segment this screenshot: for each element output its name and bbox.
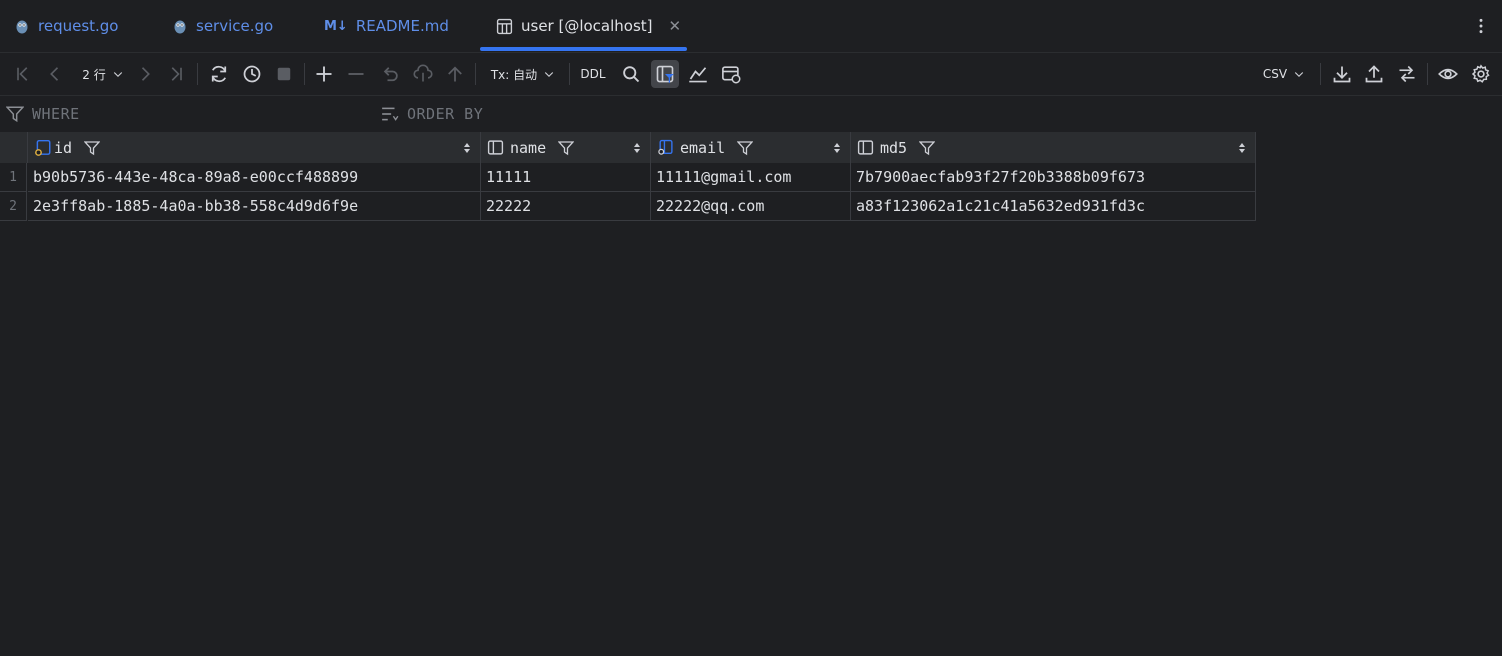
where-filter-field[interactable]: WHERE [6,96,376,132]
sort-arrows-icon[interactable] [632,140,642,156]
transaction-mode-label: Tx: 自动 [490,67,538,82]
tab-label: request.go [38,17,119,35]
cell-email[interactable]: 11111@gmail.com [651,163,851,192]
sort-arrows-icon[interactable] [462,140,472,156]
history-clock-icon[interactable] [240,53,264,95]
cell-id[interactable]: 2e3ff8ab-1885-4a0a-bb38-558c4d9d6f9e [28,192,481,221]
column-icon [487,139,504,156]
row-number: 2 [0,192,27,221]
go-gopher-icon [14,17,30,35]
view-settings-icon[interactable] [719,53,743,95]
tab-request-go[interactable]: request.go [14,0,119,52]
sort-lines-icon [381,105,399,123]
tab-label: README.md [355,17,449,35]
column-name: id [54,138,73,157]
column-header-id[interactable]: id [28,132,481,163]
filter-icon [6,105,24,123]
tab-service-go[interactable]: service.go [172,0,273,52]
column-header-md5[interactable]: md5 [851,132,1256,163]
where-placeholder: WHERE [32,105,80,123]
tab-user-localhost[interactable]: user [@localhost] ✕ [496,0,681,52]
next-page-icon[interactable] [134,53,156,95]
eye-icon[interactable] [1435,53,1461,95]
chevron-down-icon [544,72,554,78]
last-page-icon[interactable] [165,53,187,95]
submit-changes-icon[interactable] [411,53,435,95]
upload-icon[interactable] [1362,53,1386,95]
delete-row-icon[interactable] [345,53,367,95]
tab-label: user [@localhost] [521,17,653,35]
row-number: 1 [0,163,27,192]
markdown-icon: M↓ [324,18,348,34]
stop-icon[interactable] [273,53,295,95]
cell-name[interactable]: 22222 [481,192,651,221]
ddl-label: DDL [580,67,606,81]
export-format-label: CSV [1262,67,1288,81]
close-icon[interactable]: ✕ [669,17,682,35]
ddl-button[interactable]: DDL [577,53,609,95]
cell-id[interactable]: b90b5736-443e-48ca-89a8-e00ccf488899 [28,163,481,192]
chevron-down-icon [1294,72,1304,78]
column-filter-icon[interactable] [919,140,936,156]
search-icon[interactable] [620,53,642,95]
cell-md5[interactable]: a83f123062a1c21c41a5632ed931fd3c [851,192,1256,221]
download-icon[interactable] [1330,53,1354,95]
go-gopher-icon [172,17,188,35]
first-page-icon[interactable] [12,53,34,95]
editor-tab-bar: request.go service.go M↓ README.md user … [0,0,1502,53]
active-tab-indicator [480,47,687,51]
column-name: email [680,138,726,157]
column-header-name[interactable]: name [481,132,651,163]
push-up-icon[interactable] [444,53,466,95]
page-size-dropdown[interactable]: 2 行 [78,53,128,95]
cell-name[interactable]: 11111 [481,163,651,192]
column-header-email[interactable]: email [651,132,851,163]
chevron-down-icon [113,72,122,78]
data-editor-toolbar: 2 行 Tx: 自动 DDL CSV [0,53,1502,96]
tab-readme-md[interactable]: M↓ README.md [324,0,449,52]
more-actions-icon[interactable] [1472,0,1490,52]
column-name: name [510,138,547,157]
gear-icon[interactable] [1468,53,1494,95]
filter-view-toggle-icon[interactable] [651,60,679,88]
add-row-icon[interactable] [313,53,335,95]
tab-label: service.go [196,17,274,35]
previous-page-icon[interactable] [44,53,66,95]
column-icon [857,139,874,156]
table-icon [496,18,513,35]
rows-count-label: 2 行 [82,67,106,82]
order-by-placeholder: ORDER BY [407,105,484,123]
column-filter-icon[interactable] [558,140,575,156]
indexed-column-icon [657,139,674,156]
sort-arrows-icon[interactable] [832,140,842,156]
transaction-mode-dropdown[interactable]: Tx: 自动 [486,53,560,95]
order-by-field[interactable]: ORDER BY [381,96,781,132]
filter-bar: WHERE ORDER BY [0,96,1502,132]
column-filter-icon[interactable] [737,140,754,156]
column-filter-icon[interactable] [84,140,101,156]
row-number-header [0,132,28,163]
column-name: md5 [880,138,908,157]
refresh-icon[interactable] [207,53,231,95]
cell-email[interactable]: 22222@qq.com [651,192,851,221]
cell-md5[interactable]: 7b7900aecfab93f27f20b3388b09f673 [851,163,1256,192]
export-format-dropdown[interactable]: CSV [1258,53,1310,95]
primary-key-column-icon [34,139,52,157]
sort-arrows-icon[interactable] [1237,140,1247,156]
compare-icon[interactable] [1395,53,1419,95]
revert-icon[interactable] [379,53,401,95]
chart-icon[interactable] [686,53,710,95]
